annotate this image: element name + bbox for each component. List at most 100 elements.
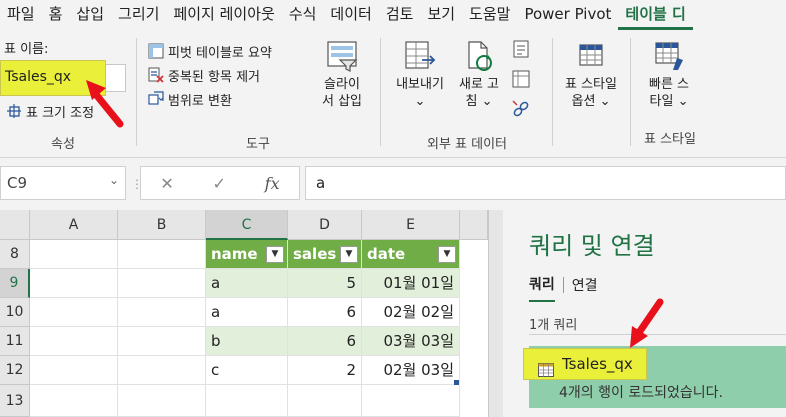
cell[interactable] xyxy=(118,298,206,327)
tab-file[interactable]: 파일 xyxy=(0,0,42,30)
cell[interactable] xyxy=(30,356,118,385)
cell[interactable] xyxy=(30,385,118,417)
row-header[interactable]: 10 xyxy=(0,298,30,327)
name-box-value: C9 xyxy=(7,174,28,192)
cell[interactable] xyxy=(118,327,206,356)
tab-power-pivot[interactable]: Power Pivot xyxy=(517,0,618,30)
cell[interactable] xyxy=(30,298,118,327)
row-header[interactable]: 12 xyxy=(0,356,30,385)
refresh-icon xyxy=(463,40,495,72)
table-cell[interactable]: 01월 01일 xyxy=(362,269,460,298)
table-cell[interactable]: 02월 02일 xyxy=(362,298,460,327)
table-cell[interactable]: c xyxy=(206,356,288,385)
filter-dropdown-icon[interactable]: ▼ xyxy=(340,246,358,263)
tab-help[interactable]: 도움말 xyxy=(462,0,517,30)
tab-page-layout[interactable]: 페이지 레이아웃 xyxy=(166,0,281,30)
group-label-table-styles: 표 스타일 xyxy=(644,132,696,147)
filter-dropdown-icon[interactable]: ▼ xyxy=(438,246,456,263)
table-cell[interactable]: 5 xyxy=(288,269,362,298)
quick-styles-button[interactable]: 빠른 스 타일 ⌄ xyxy=(638,40,700,110)
tab-formulas[interactable]: 수식 xyxy=(282,0,324,30)
row-header[interactable]: 9 xyxy=(0,269,30,298)
name-box[interactable]: C9 ⌄ xyxy=(0,166,126,200)
cell[interactable] xyxy=(206,385,288,417)
chevron-down-icon[interactable]: ⌄ xyxy=(109,173,119,187)
remove-duplicates-button[interactable]: 중복된 항목 제거 xyxy=(148,64,260,86)
tab-draw[interactable]: 그리기 xyxy=(111,0,166,30)
properties-icon[interactable] xyxy=(512,40,532,62)
table-header-cell[interactable]: name ▼ xyxy=(206,240,288,269)
pivot-table-button[interactable]: 피벗 테이블로 요약 xyxy=(148,40,272,62)
group-divider xyxy=(552,38,553,146)
table-cell[interactable]: 03월 03일 xyxy=(362,327,460,356)
cell[interactable] xyxy=(30,269,118,298)
open-in-browser-icon[interactable] xyxy=(512,70,532,92)
table-header-cell[interactable]: sales ▼ xyxy=(288,240,362,269)
annotation-arrow-icon xyxy=(86,80,124,128)
table-cell[interactable]: 6 xyxy=(288,327,362,356)
cell[interactable] xyxy=(118,240,206,269)
refresh-button[interactable]: 새로 고 침 ⌄ xyxy=(454,40,504,110)
query-status: 4개의 행이 로드되었습니다. xyxy=(559,385,723,401)
group-external-data: 내보내기 ⌄ 새로 고 침 ⌄ 외부 표 데이터 xyxy=(384,34,550,152)
refresh-label-line1: 새로 고 xyxy=(458,77,499,92)
cell[interactable] xyxy=(118,385,206,417)
table-style-options-icon xyxy=(575,40,607,72)
cell[interactable] xyxy=(118,356,206,385)
group-label-external-data: 외부 표 데이터 xyxy=(426,137,508,152)
table-cell[interactable]: 02월 03일 xyxy=(362,356,460,385)
tab-view[interactable]: 보기 xyxy=(420,0,462,30)
cancel-icon[interactable]: ✕ xyxy=(160,174,173,193)
header-sales: sales xyxy=(293,245,337,263)
tab-queries[interactable]: 쿼리 xyxy=(529,274,555,302)
table-cell[interactable]: a xyxy=(206,269,288,298)
insert-function-icon[interactable]: fx xyxy=(265,174,280,193)
row-header[interactable]: 13 xyxy=(0,385,30,417)
row-header[interactable]: 8 xyxy=(0,240,30,269)
cell[interactable] xyxy=(118,269,206,298)
tab-home[interactable]: 홈 xyxy=(42,0,70,30)
group-divider xyxy=(136,38,137,146)
convert-to-range-button[interactable]: 범위로 변환 xyxy=(148,88,232,110)
insert-slicer-button[interactable]: 슬라이 서 삽입 xyxy=(316,40,368,110)
tab-connections[interactable]: 연결 xyxy=(572,275,598,301)
export-icon xyxy=(404,40,436,72)
table-cell[interactable]: a xyxy=(206,298,288,327)
tab-data[interactable]: 데이터 xyxy=(323,0,378,30)
table-header-cell[interactable]: date ▼ xyxy=(362,240,460,269)
cell[interactable] xyxy=(30,327,118,356)
export-button[interactable]: 내보내기 ⌄ xyxy=(390,40,450,110)
query-item[interactable]: Tsales_qx 4개의 행이 로드되었습니다. xyxy=(523,346,786,408)
cell[interactable] xyxy=(30,240,118,269)
pane-title: 쿼리 및 연결 xyxy=(529,232,655,260)
column-header[interactable]: D xyxy=(288,210,362,240)
unlink-icon[interactable] xyxy=(512,100,532,122)
cell[interactable] xyxy=(362,385,460,417)
column-header[interactable]: A xyxy=(30,210,118,240)
tab-table-design[interactable]: 테이블 디 xyxy=(618,0,693,30)
table-style-options-button[interactable]: 표 스타일 옵션 ⌄ xyxy=(556,40,626,110)
pane-tabs: 쿼리 연결 xyxy=(529,274,598,302)
column-header[interactable]: B xyxy=(118,210,206,240)
row-header[interactable]: 11 xyxy=(0,327,30,356)
table-cell[interactable]: 2 xyxy=(288,356,362,385)
pane-scrollbar[interactable] xyxy=(489,210,503,417)
quick-styles-label-line1: 빠른 스 xyxy=(648,77,689,92)
formula-input[interactable]: a xyxy=(305,166,786,200)
tab-insert[interactable]: 삽입 xyxy=(69,0,111,30)
tab-review[interactable]: 검토 xyxy=(379,0,421,30)
table-cell[interactable]: b xyxy=(206,327,288,356)
table-icon xyxy=(538,357,554,387)
slicer-label-line2: 서 삽입 xyxy=(321,94,362,109)
column-header[interactable]: C xyxy=(206,210,288,240)
table-cell[interactable]: 6 xyxy=(288,298,362,327)
slicer-icon xyxy=(326,40,358,72)
select-all-corner[interactable] xyxy=(0,210,30,240)
quick-styles-icon xyxy=(653,40,685,72)
column-header[interactable]: E xyxy=(362,210,460,240)
column-header[interactable] xyxy=(460,210,488,240)
cell[interactable] xyxy=(288,385,362,417)
filter-dropdown-icon[interactable]: ▼ xyxy=(266,246,284,263)
enter-icon[interactable]: ✓ xyxy=(213,174,226,193)
header-name: name xyxy=(211,245,258,263)
